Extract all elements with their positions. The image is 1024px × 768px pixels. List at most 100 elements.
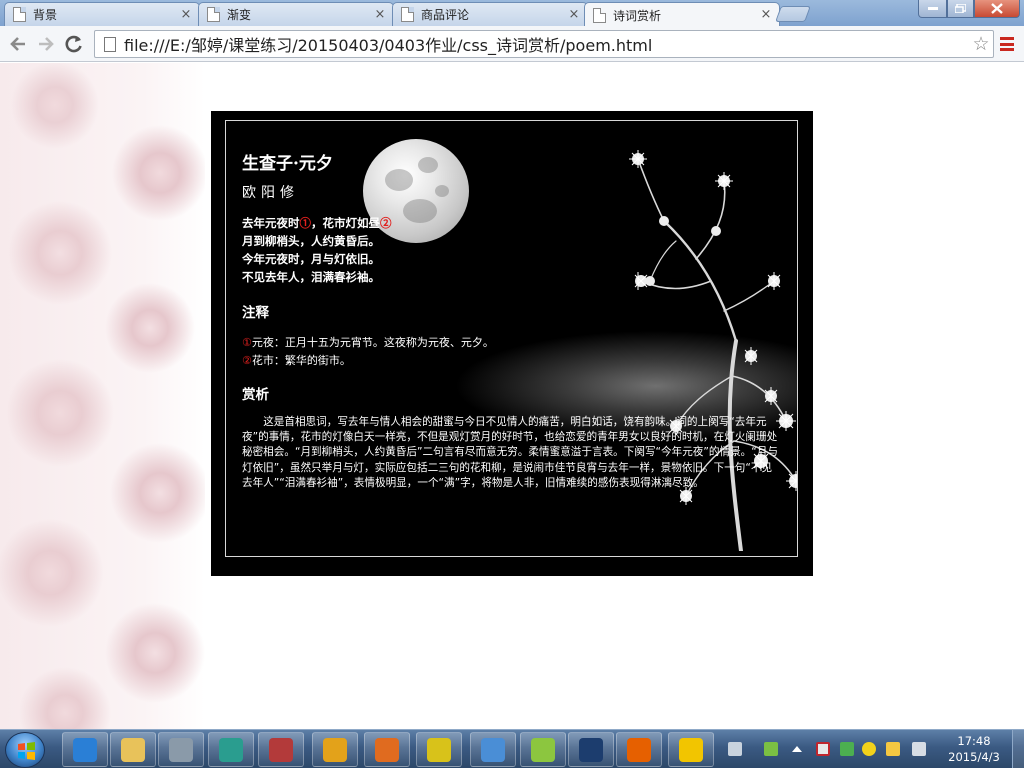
close-icon [991, 3, 1003, 14]
photoshop-icon [579, 737, 603, 762]
add-icon[interactable] [862, 742, 876, 756]
poem-author: 欧阳修 [242, 185, 299, 201]
editor-app-icon [219, 737, 243, 762]
back-button[interactable] [6, 32, 30, 56]
analysis-heading: 赏析 [242, 387, 269, 403]
page-favicon-icon [13, 7, 26, 22]
flag-icon[interactable] [886, 742, 900, 756]
taskbar-app-button[interactable] [312, 732, 358, 767]
taskbar-app-button[interactable] [158, 732, 204, 767]
start-button[interactable] [5, 732, 45, 768]
windows-logo-icon [18, 742, 35, 760]
new-tab-button[interactable] [775, 6, 811, 22]
tab-label: 诗词赏析 [613, 8, 662, 23]
taskbar-app-button[interactable] [110, 732, 156, 767]
close-window-button[interactable] [974, 0, 1020, 18]
tab-label: 渐变 [227, 8, 252, 22]
notes-heading: 注释 [242, 305, 269, 321]
internet-explorer-icon [73, 737, 97, 762]
page-favicon-icon [401, 7, 414, 22]
note-text: 花市：繁华的街市。 [251, 354, 351, 367]
server-manager-icon [169, 737, 193, 762]
poem-card: 生查子·元夕 欧阳修 去年元夜时①，花市灯如昼② 月到柳梢头，人约黄昏后。 今年… [225, 120, 798, 557]
address-bar[interactable]: file:///E:/邹婷/课堂练习/20150403/0403作业/css_诗… [94, 30, 994, 58]
forward-button[interactable] [34, 32, 58, 56]
poem-line: 不见去年人，泪满春衫袖。 [242, 270, 380, 284]
poem-line: 今年元夜时，月与灯依旧。 [242, 252, 380, 266]
reload-icon [65, 35, 82, 53]
taskbar-app-button[interactable] [62, 732, 108, 767]
page-favicon-icon [207, 7, 220, 22]
taskbar-app-button[interactable] [568, 732, 614, 767]
flower-background [0, 63, 205, 729]
taskbar-app-button[interactable] [470, 732, 516, 767]
tab-background[interactable]: 背景 × [4, 2, 200, 26]
taskbar-app-button[interactable] [416, 732, 462, 767]
clock[interactable]: 17:48 2015/4/3 [940, 733, 1008, 765]
help-app-icon [427, 737, 451, 762]
taskbar-app-button[interactable] [364, 732, 410, 767]
firefox-icon [627, 737, 651, 762]
tab-label: 商品评论 [421, 8, 470, 22]
taskbar-app-button[interactable] [208, 732, 254, 767]
page-viewport: 生查子·元夕 欧阳修 去年元夜时①，花市灯如昼② 月到柳梢头，人约黄昏后。 今年… [0, 63, 1024, 729]
poem-title: 生查子·元夕 [242, 154, 333, 174]
line-text: 去年元夜时 [242, 216, 300, 230]
page-icon [104, 36, 116, 52]
close-tab-icon[interactable]: × [567, 7, 581, 22]
note-marker: ① [242, 336, 252, 349]
volume-icon[interactable] [912, 742, 926, 756]
keyboard-icon[interactable] [728, 742, 742, 756]
taskbar-app-button[interactable] [616, 732, 662, 767]
battery-icon[interactable] [764, 742, 778, 756]
show-hidden-icon[interactable] [792, 746, 802, 752]
poem-line: 月到柳梢头，人约黄昏后。 [242, 234, 380, 248]
close-tab-icon[interactable]: × [759, 8, 773, 22]
clock-date: 2015/4/3 [948, 750, 1000, 764]
ie-tester-icon [679, 737, 703, 762]
note-item: ①元夜：正月十五为元宵节。这夜称为元夜、元夕。 [242, 334, 494, 350]
note-item: ②花市：繁华的街市。 [242, 352, 351, 368]
analysis-paragraph: 这是首相思词，写去年与情人相会的甜蜜与今日不见情人的痛苦，明白如话，饶有韵味。词… [242, 416, 778, 489]
poem-line: 去年元夜时①，花市灯如昼② [242, 215, 392, 231]
url-text[interactable]: file:///E:/邹婷/课堂练习/20150403/0403作业/css_诗… [124, 32, 969, 56]
taskbar-app-button[interactable] [520, 732, 566, 767]
close-tab-icon[interactable]: × [373, 7, 387, 22]
browser-toolbar: file:///E:/邹婷/课堂练习/20150403/0403作业/css_诗… [0, 26, 1024, 62]
back-arrow-icon [10, 37, 25, 51]
taskbar-app-button[interactable] [258, 732, 304, 767]
minimize-button[interactable] [918, 0, 947, 18]
presentation-app-icon [375, 737, 399, 762]
file-explorer-icon [121, 737, 145, 762]
clock-time: 17:48 [957, 734, 991, 748]
network-icon[interactable] [816, 742, 830, 756]
taskbar-app-button[interactable] [668, 732, 714, 767]
note-marker: ② [242, 354, 252, 367]
tab-gradient[interactable]: 渐变 × [198, 2, 394, 26]
restore-icon [955, 4, 966, 13]
taskbar: 17:48 2015/4/3 [0, 729, 1024, 768]
installer-app-icon [269, 737, 293, 762]
tab-poem-appreciation[interactable]: 诗词赏析 × [584, 2, 780, 27]
security-icon[interactable] [840, 742, 854, 756]
note-marker: ① [299, 216, 312, 230]
reload-button[interactable] [62, 32, 86, 56]
tab-strip: 背景 × 渐变 × 商品评论 × 诗词赏析 × [0, 0, 1024, 27]
tab-label: 背景 [33, 8, 58, 22]
minimize-icon [927, 7, 938, 10]
page-favicon-icon [593, 7, 606, 23]
note-text: 元夜：正月十五为元宵节。这夜称为元夜、元夕。 [251, 336, 494, 349]
chrome-icon [323, 737, 347, 762]
drop-app-icon [531, 737, 555, 762]
bookmark-star-icon[interactable]: ☆ [969, 33, 993, 55]
forward-arrow-icon [39, 37, 54, 51]
maximize-button[interactable] [947, 0, 974, 18]
close-tab-icon[interactable]: × [179, 7, 193, 22]
hamburger-menu-icon[interactable] [1000, 37, 1014, 51]
poem-panel: 生查子·元夕 欧阳修 去年元夜时①，花市灯如昼② 月到柳梢头，人约黄昏后。 今年… [211, 111, 813, 576]
note-marker: ② [380, 216, 392, 230]
photo-viewer-icon [481, 737, 505, 762]
line-text: ，花市灯如昼 [311, 216, 380, 230]
tab-product-review[interactable]: 商品评论 × [392, 2, 588, 26]
show-desktop-button[interactable] [1012, 730, 1024, 768]
